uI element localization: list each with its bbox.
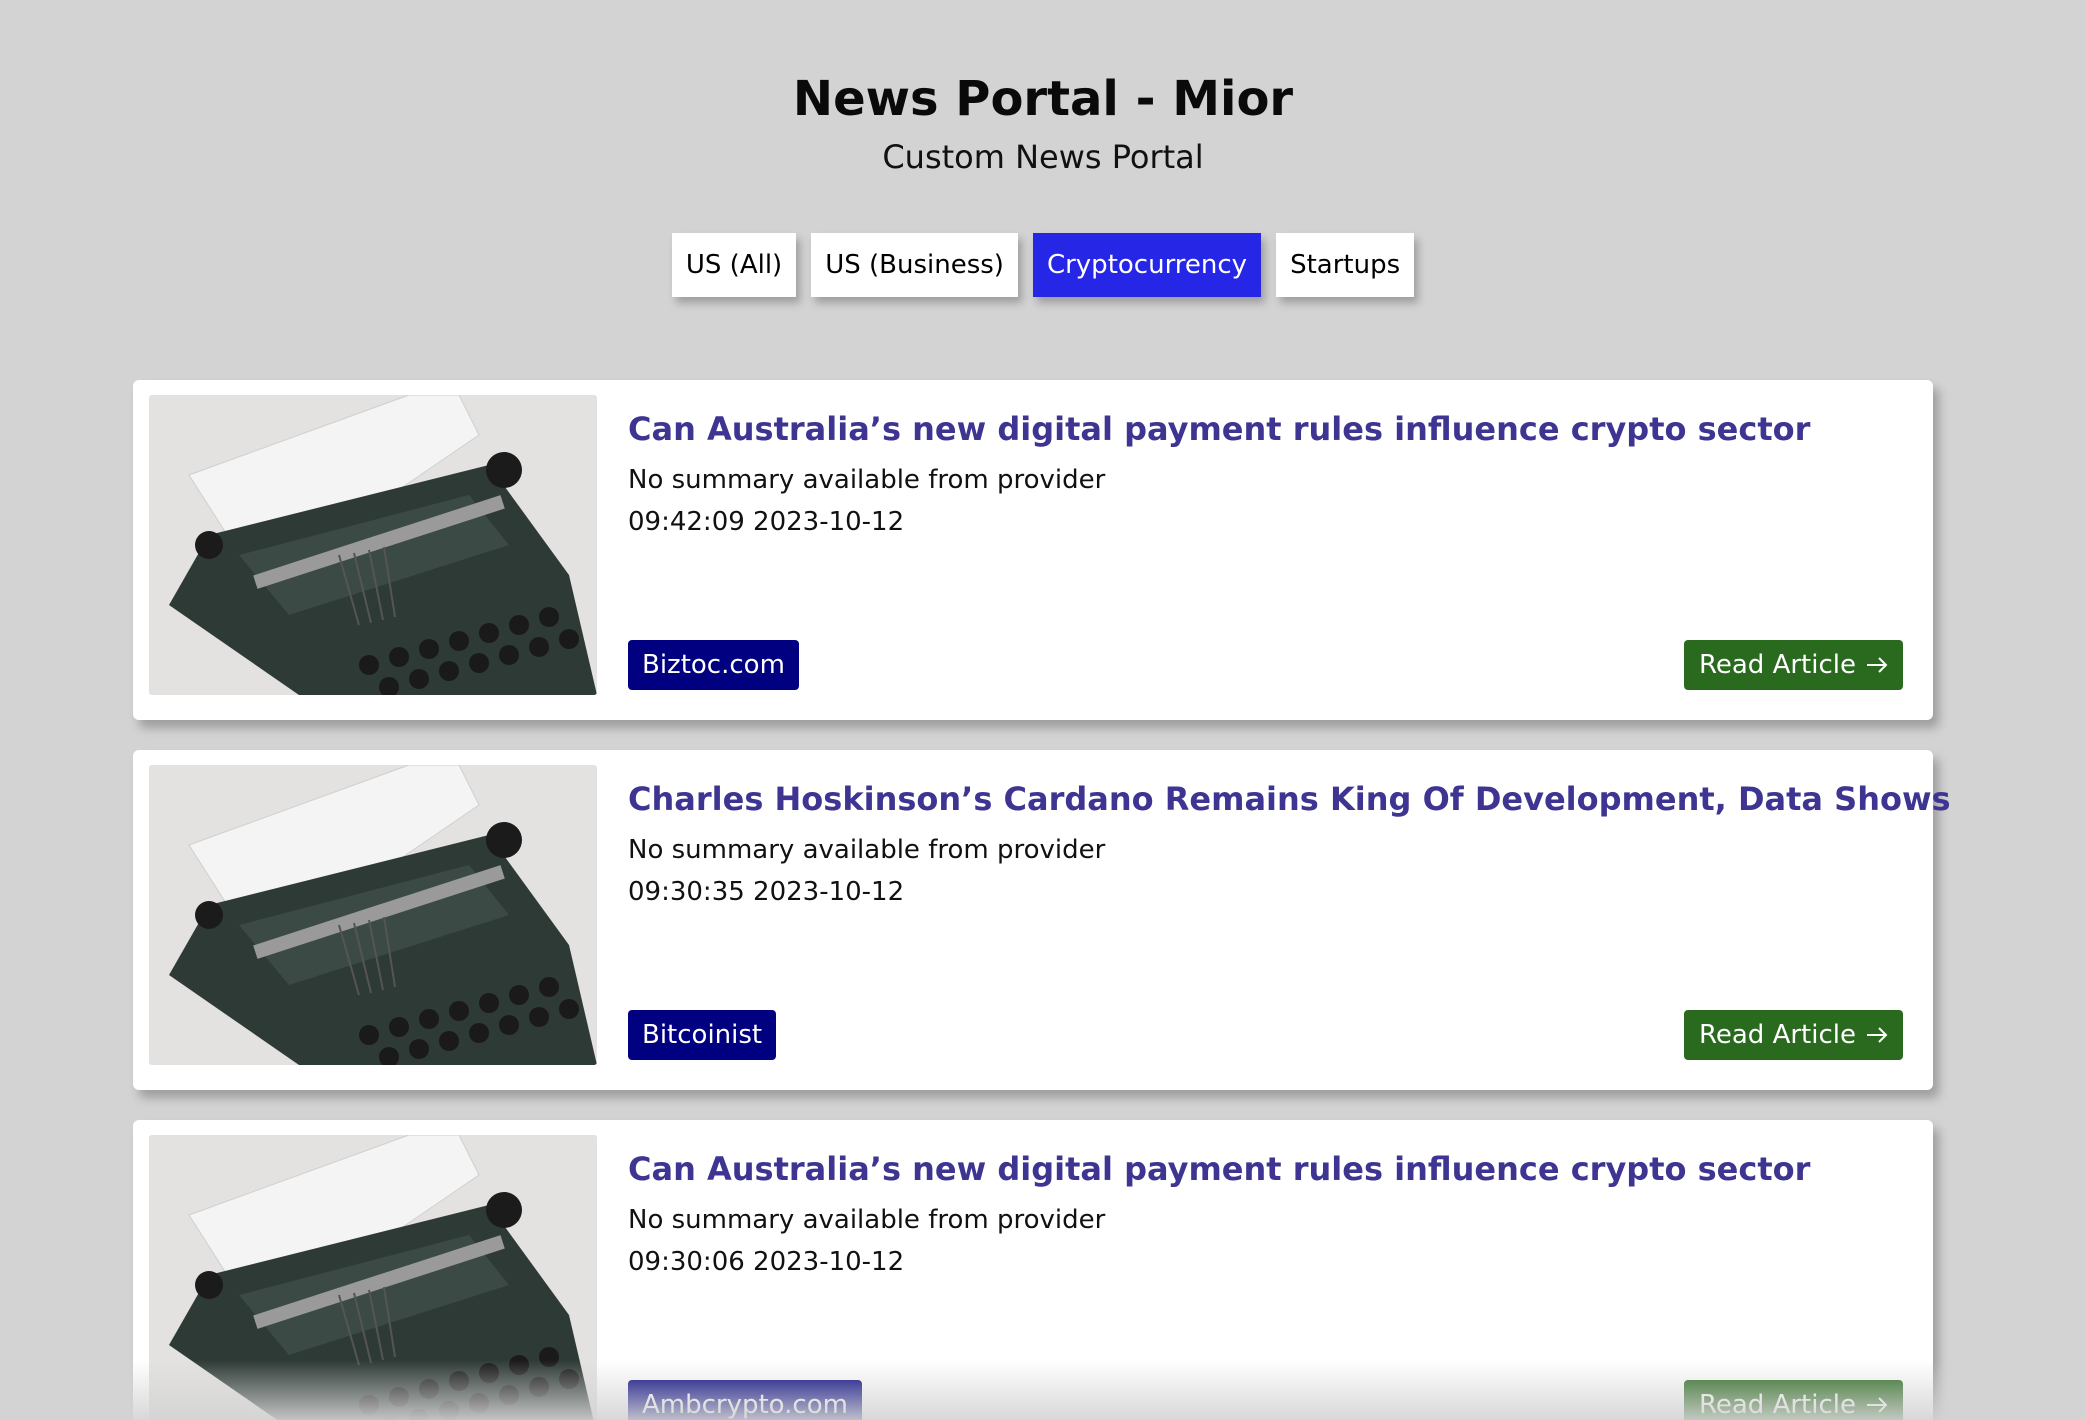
source-badge: Ambcrypto.com [628,1380,862,1420]
read-article-button[interactable]: Read Article [1683,1380,1903,1420]
typewriter-news-image [149,395,597,695]
article-summary: No summary available from provider [628,465,1106,495]
article-image [149,765,597,1065]
tab-cryptocurrency[interactable]: Cryptocurrency [1032,233,1262,297]
article-timestamp: 09:42:09 2023-10-12 [628,507,905,537]
page: News Portal - Mior Custom News Portal US… [0,0,2086,1420]
read-article-label: Read Article [1698,1390,1856,1420]
article-summary: No summary available from provider [628,1205,1106,1235]
article-summary: No summary available from provider [628,835,1106,865]
article-timestamp: 09:30:06 2023-10-12 [628,1247,905,1277]
article-card: Can Australia’s new digital payment rule… [133,1120,1933,1420]
tab-startups[interactable]: Startups [1276,233,1415,297]
arrow-right-icon [1867,657,1888,673]
typewriter-news-image [149,765,597,1065]
article-title[interactable]: Charles Hoskinson’s Cardano Remains King… [628,776,1951,822]
read-article-button[interactable]: Read Article [1683,640,1903,690]
header: News Portal - Mior Custom News Portal [0,66,2086,182]
article-title[interactable]: Can Australia’s new digital payment rule… [628,406,1810,452]
article-list: Can Australia’s new digital payment rule… [133,380,1951,1420]
category-tabs: US (All) US (Business) Cryptocurrency St… [0,233,2086,297]
arrow-right-icon [1867,1027,1888,1043]
page-title: News Portal - Mior [792,71,1294,127]
article-card: Charles Hoskinson’s Cardano Remains King… [133,750,1951,1090]
read-article-button[interactable]: Read Article [1683,1010,1903,1060]
article-card: Can Australia’s new digital payment rule… [133,380,1933,720]
article-image [149,395,597,695]
source-badge: Biztoc.com [628,640,799,690]
read-article-label: Read Article [1698,1020,1856,1050]
typewriter-news-image [149,1135,597,1420]
article-title[interactable]: Can Australia’s new digital payment rule… [628,1146,1810,1192]
page-subtitle: Custom News Portal [882,138,1204,176]
article-image [149,1135,597,1420]
article-timestamp: 09:30:35 2023-10-12 [628,877,905,907]
read-article-label: Read Article [1698,650,1856,680]
source-badge: Bitcoinist [628,1010,777,1060]
tab-us-all[interactable]: US (All) [671,233,797,297]
tab-us-business[interactable]: US (Business) [811,233,1018,297]
arrow-right-icon [1867,1397,1888,1413]
